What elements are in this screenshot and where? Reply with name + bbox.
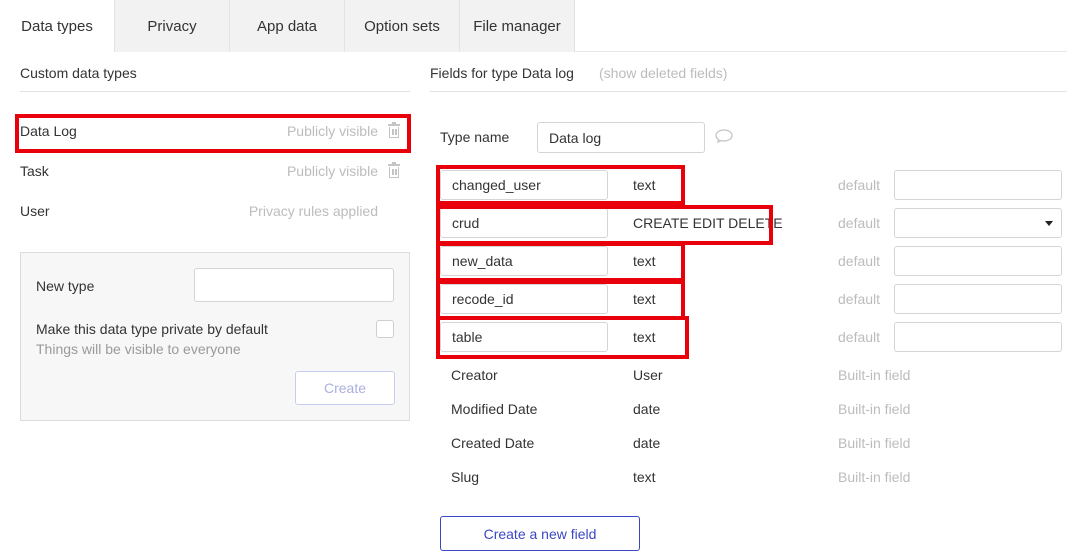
- custom-types-heading: Custom data types: [20, 65, 137, 81]
- default-select[interactable]: [894, 208, 1062, 238]
- field-type: CREATE EDIT DELETE: [633, 215, 783, 231]
- default-input[interactable]: [894, 284, 1062, 314]
- type-name-input[interactable]: Data log: [537, 122, 705, 153]
- divider: [430, 91, 1067, 92]
- type-item-data-log[interactable]: Data Log Publicly visible: [20, 112, 410, 150]
- default-label: default: [838, 329, 881, 345]
- field-type: text: [633, 329, 656, 345]
- type-name-label: Type name: [440, 129, 510, 145]
- type-status: Privacy rules applied: [248, 203, 378, 219]
- default-input[interactable]: [894, 170, 1062, 200]
- tab-app-data[interactable]: App data: [230, 0, 345, 52]
- private-hint: Things will be visible to everyone: [36, 341, 241, 357]
- type-name: Task: [20, 163, 49, 179]
- builtin-name: Creator: [451, 367, 498, 383]
- default-label: default: [838, 215, 881, 231]
- type-status: Publicly visible: [286, 123, 378, 139]
- create-type-button[interactable]: Create: [295, 371, 395, 405]
- type-status: Publicly visible: [286, 163, 378, 179]
- field-type: text: [633, 177, 656, 193]
- default-input[interactable]: [894, 246, 1062, 276]
- builtin-name: Slug: [451, 469, 480, 485]
- builtin-type: date: [633, 401, 661, 417]
- default-label: default: [838, 291, 881, 307]
- tab-option-sets[interactable]: Option sets: [345, 0, 460, 52]
- new-type-input[interactable]: [194, 268, 394, 302]
- field-name-input[interactable]: new_data: [440, 246, 608, 276]
- type-item-task[interactable]: Task Publicly visible: [20, 152, 410, 190]
- default-label: default: [838, 177, 881, 193]
- tab-divider: [574, 51, 1067, 52]
- show-deleted-link[interactable]: (show deleted fields): [599, 65, 727, 81]
- field-type: text: [633, 291, 656, 307]
- trash-icon[interactable]: [388, 122, 400, 138]
- builtin-label: Built-in field: [838, 469, 911, 485]
- field-name-input[interactable]: table: [440, 322, 608, 352]
- builtin-label: Built-in field: [838, 367, 911, 383]
- builtin-type: User: [633, 367, 663, 383]
- tab-data-types[interactable]: Data types: [0, 0, 115, 52]
- default-input[interactable]: [894, 322, 1062, 352]
- new-type-label: New type: [36, 278, 95, 294]
- builtin-type: text: [633, 469, 656, 485]
- builtin-type: date: [633, 435, 661, 451]
- type-item-user[interactable]: User Privacy rules applied: [20, 192, 410, 230]
- private-label: Make this data type private by default: [36, 321, 268, 337]
- field-type: text: [633, 253, 656, 269]
- private-checkbox[interactable]: [376, 320, 394, 338]
- tab-file-manager[interactable]: File manager: [460, 0, 575, 52]
- type-name: User: [20, 203, 50, 219]
- divider: [20, 91, 410, 92]
- default-label: default: [838, 253, 881, 269]
- field-name-input[interactable]: recode_id: [440, 284, 608, 314]
- builtin-name: Created Date: [451, 435, 535, 451]
- builtin-label: Built-in field: [838, 401, 911, 417]
- create-new-field-button[interactable]: Create a new field: [440, 516, 640, 551]
- builtin-label: Built-in field: [838, 435, 911, 451]
- type-name: Data Log: [20, 123, 77, 139]
- field-name-input[interactable]: crud: [440, 208, 608, 238]
- tab-bar: Data types Privacy App data Option sets …: [0, 0, 575, 52]
- trash-icon[interactable]: [388, 162, 400, 178]
- fields-heading: Fields for type Data log: [430, 65, 574, 81]
- tab-privacy[interactable]: Privacy: [115, 0, 230, 52]
- chevron-down-icon: [1045, 221, 1053, 226]
- field-name-input[interactable]: changed_user: [440, 170, 608, 200]
- comment-icon[interactable]: [715, 129, 733, 143]
- new-type-panel: New type Make this data type private by …: [20, 252, 410, 421]
- builtin-name: Modified Date: [451, 401, 538, 417]
